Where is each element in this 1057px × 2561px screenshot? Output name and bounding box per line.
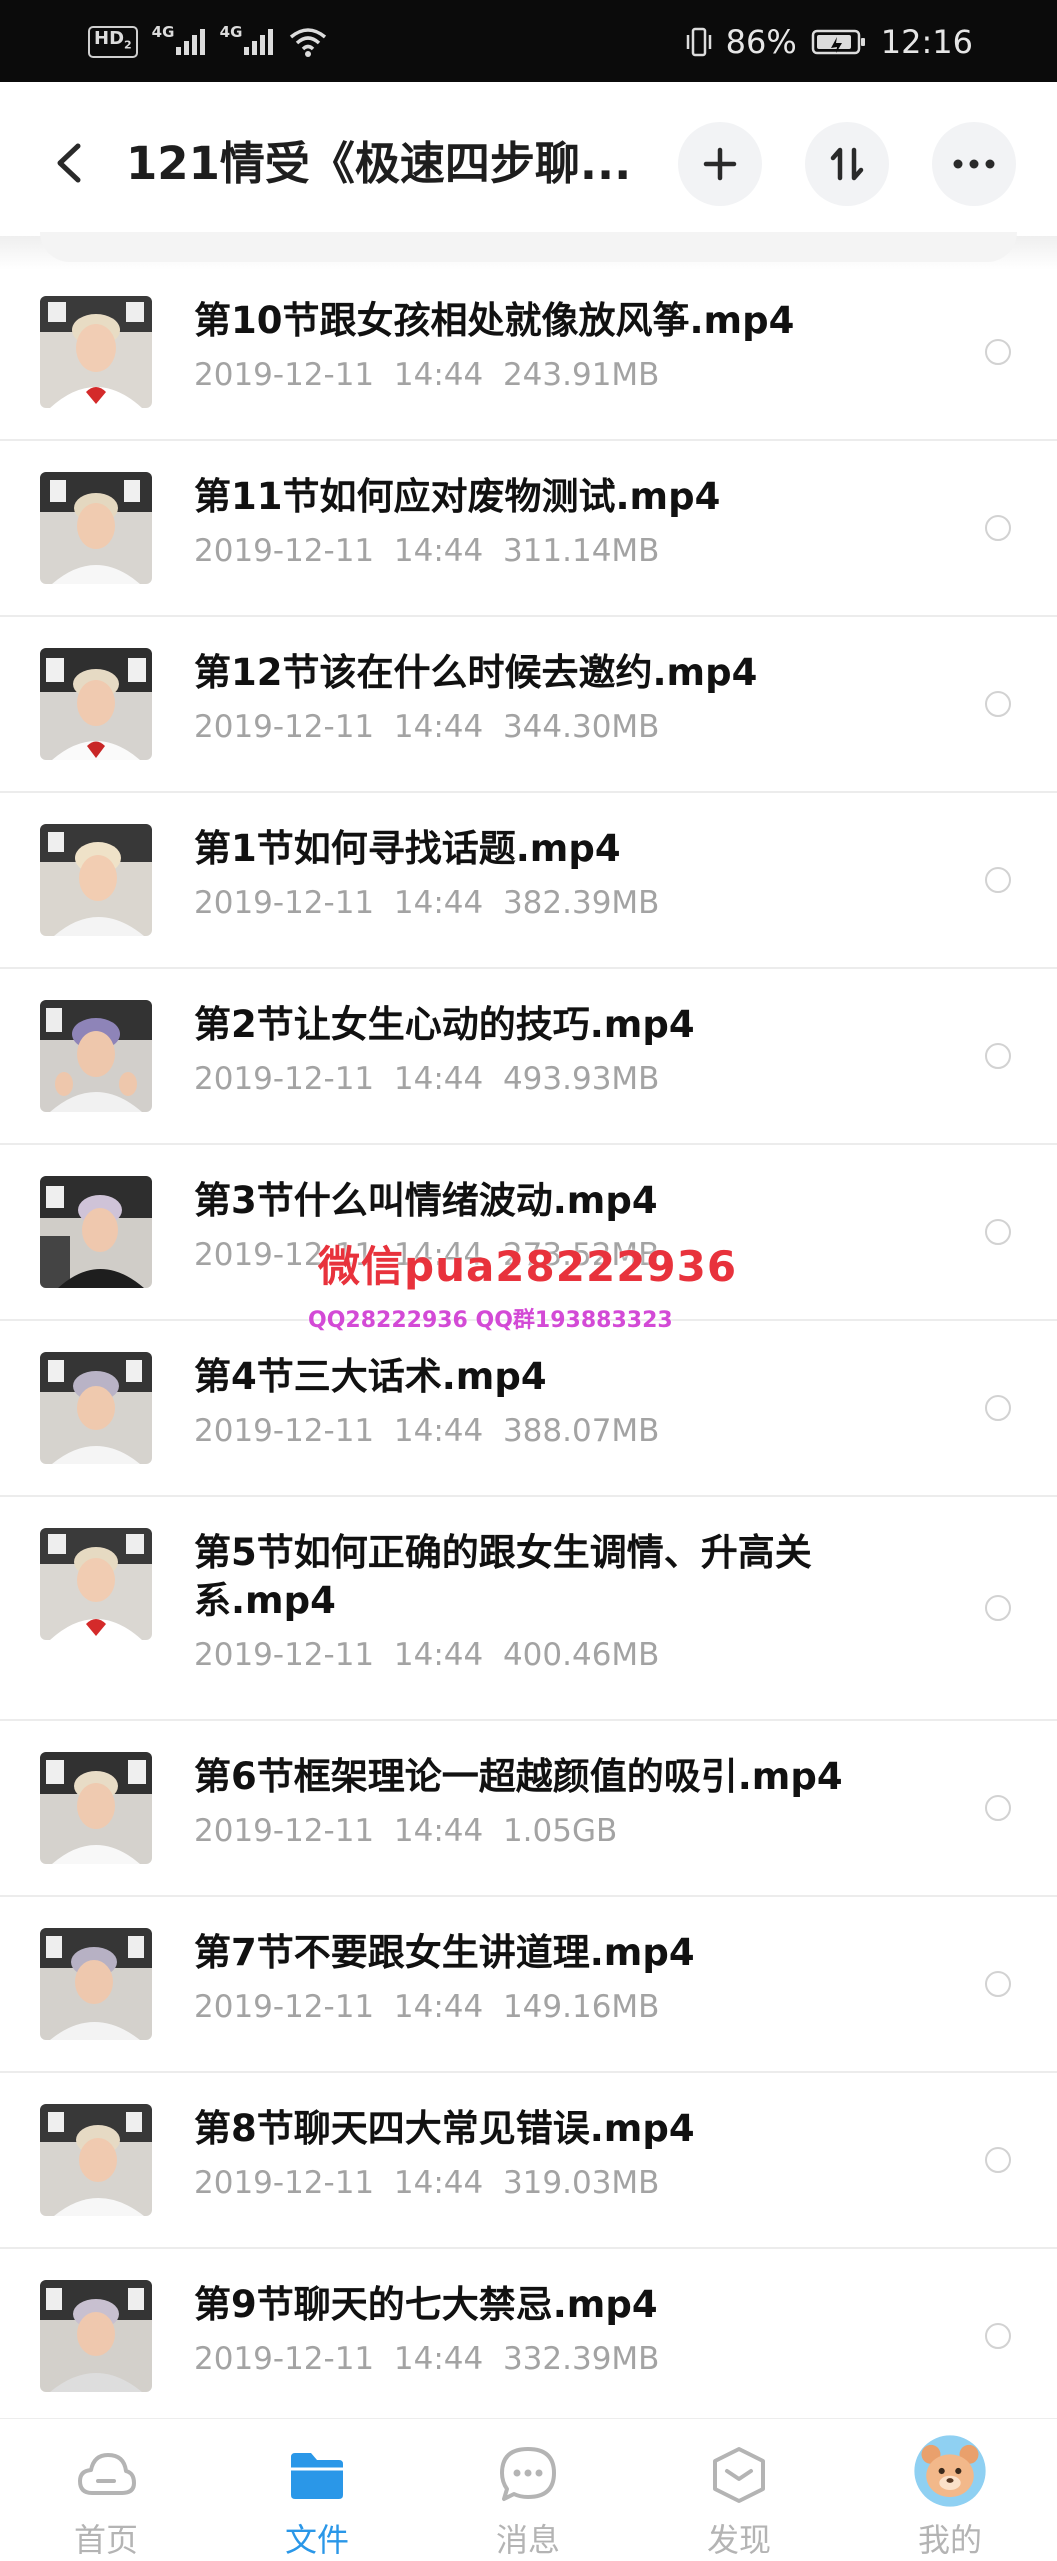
video-thumbnail [40,2280,152,2392]
file-name: 第8节聊天四大常见错误.mp4 [194,2107,695,2150]
list-item[interactable]: 第6节框架理论一超越颜值的吸引.mp4 2019-12-11 14:44 1.0… [0,1721,1057,1897]
watermark-wechat: 微信pua28222936 [318,1242,738,1291]
file-name: 第2节让女生心动的技巧.mp4 [194,1003,695,1046]
video-thumbnail [40,648,152,760]
cloud-icon [78,2453,136,2495]
select-radio[interactable] [985,867,1011,893]
watermark-qq: QQ28222936 QQ群193883323 [308,1308,673,1333]
file-meta: 2019-12-11 14:44 344.30MB [194,709,660,745]
file-meta: 2019-12-11 14:44 149.16MB [194,1989,660,2025]
file-meta: 2019-12-11 14:44 382.39MB [194,885,660,921]
video-thumbnail [40,1176,152,1288]
tab-label: 发现 [706,2521,771,2559]
list-item[interactable]: 第11节如何应对废物测试.mp4 2019-12-11 14:44 311.14… [0,441,1057,617]
list-item[interactable]: 第5节如何正确的跟女生调情、升高关系.mp4 2019-12-11 14:44 … [0,1497,1057,1721]
select-radio[interactable] [985,515,1011,541]
video-thumbnail [40,1528,152,1640]
select-radio[interactable] [985,1219,1011,1245]
file-meta: 2019-12-11 14:44 332.39MB [194,2341,660,2377]
select-radio[interactable] [985,1595,1011,1621]
file-meta: 2019-12-11 14:44 388.07MB [194,1413,660,1449]
file-name: 第1节如何寻找话题.mp4 [194,827,621,870]
status-bar-left: HD2 4G 4G [88,22,328,62]
file-meta: 2019-12-11 14:44 1.05GB [194,1813,618,1849]
tab-discover[interactable]: 发现 [659,2419,819,2561]
file-name: 第3节什么叫情绪波动.mp4 [194,1179,658,1222]
video-thumbnail [40,2104,152,2216]
discover-icon [713,2447,765,2503]
list-item[interactable]: 第12节该在什么时候去邀约.mp4 2019-12-11 14:44 344.3… [0,617,1057,793]
status-bar-right: 86% 12:16 [686,22,973,62]
file-name: 第7节不要跟女生讲道理.mp4 [194,1931,695,1974]
tab-label: 首页 [73,2521,138,2559]
list-item[interactable]: 第9节聊天的七大禁忌.mp4 2019-12-11 14:44 332.39MB [0,2249,1057,2423]
folder-icon [291,2453,343,2499]
hd-badge: HD2 [88,25,138,59]
tab-home[interactable]: 首页 [26,2419,186,2561]
chevron-left-icon[interactable] [48,138,92,188]
select-radio[interactable] [985,1795,1011,1821]
list-item[interactable]: 第2节让女生心动的技巧.mp4 2019-12-11 14:44 493.93M… [0,969,1057,1145]
video-thumbnail [40,472,152,584]
file-meta: 2019-12-11 14:44 311.14MB [194,533,660,569]
video-thumbnail [40,1000,152,1112]
select-radio[interactable] [985,691,1011,717]
status-bar: HD2 4G 4G 86% 12:16 [0,0,1057,82]
tab-me[interactable]: 我的 [870,2419,1030,2561]
file-meta: 2019-12-11 14:44 493.93MB [194,1061,660,1097]
video-thumbnail [40,1928,152,2040]
file-name: 第12节该在什么时候去邀约.mp4 [194,651,758,694]
list-item[interactable]: 第4节三大话术.mp4 2019-12-11 14:44 388.07MB [0,1321,1057,1497]
more-button[interactable] [932,122,1016,206]
list-item[interactable]: 第7节不要跟女生讲道理.mp4 2019-12-11 14:44 149.16M… [0,1897,1057,2073]
chat-icon [500,2447,556,2501]
file-name: 第11节如何应对废物测试.mp4 [194,475,721,518]
file-meta: 2019-12-11 14:44 400.46MB [194,1637,660,1673]
select-radio[interactable] [985,339,1011,365]
add-button[interactable] [678,122,762,206]
list-item[interactable]: 第8节聊天四大常见错误.mp4 2019-12-11 14:44 319.03M… [0,2073,1057,2249]
collapsed-panel [40,232,1017,262]
video-thumbnail [40,296,152,408]
video-thumbnail [40,1352,152,1464]
list-item[interactable]: 第1节如何寻找话题.mp4 2019-12-11 14:44 382.39MB [0,793,1057,969]
video-thumbnail [40,824,152,936]
select-radio[interactable] [985,2323,1011,2349]
file-name: 第4节三大话术.mp4 [194,1355,547,1398]
avatar-icon [914,2435,986,2507]
tab-label: 消息 [495,2521,560,2559]
file-meta: 2019-12-11 14:44 243.91MB [194,357,660,393]
tab-files[interactable]: 文件 [237,2419,397,2561]
sort-button[interactable] [805,122,889,206]
list-item[interactable]: 第10节跟女孩相处就像放风筝.mp4 2019-12-11 14:44 243.… [0,265,1057,441]
page-title: 121情受《极速四步聊... [126,137,632,190]
more-dots-icon [953,159,995,169]
file-name: 第10节跟女孩相处就像放风筝.mp4 [194,299,795,342]
file-name: 第6节框架理论一超越颜值的吸引.mp4 [194,1755,843,1798]
plus-icon [703,147,737,181]
file-name: 第9节聊天的七大禁忌.mp4 [194,2283,658,2326]
tab-label: 我的 [917,2521,982,2559]
video-thumbnail [40,1752,152,1864]
file-list: 第10节跟女孩相处就像放风筝.mp4 2019-12-11 14:44 243.… [0,265,1057,2423]
select-radio[interactable] [985,1971,1011,1997]
tab-messages[interactable]: 消息 [448,2419,608,2561]
bottom-nav: 首页 文件 消息 发现 我的 [0,2418,1057,2561]
select-radio[interactable] [985,1395,1011,1421]
vibrate-icon [686,27,711,57]
tab-label: 文件 [284,2521,349,2559]
file-meta: 2019-12-11 14:44 319.03MB [194,2165,660,2201]
select-radio[interactable] [985,2147,1011,2173]
clock: 12:16 [880,23,973,61]
signal-icon: 4G [152,23,206,59]
file-name: 第5节如何正确的跟女生调情、升高关系.mp4 [194,1531,812,1622]
signal-icon: 4G [220,23,274,59]
sort-icon [830,147,864,181]
header: 121情受《极速四步聊... [0,82,1057,242]
battery-icon [811,29,865,55]
battery-percent: 86% [725,23,797,61]
select-radio[interactable] [985,1043,1011,1069]
wifi-icon [289,28,326,57]
